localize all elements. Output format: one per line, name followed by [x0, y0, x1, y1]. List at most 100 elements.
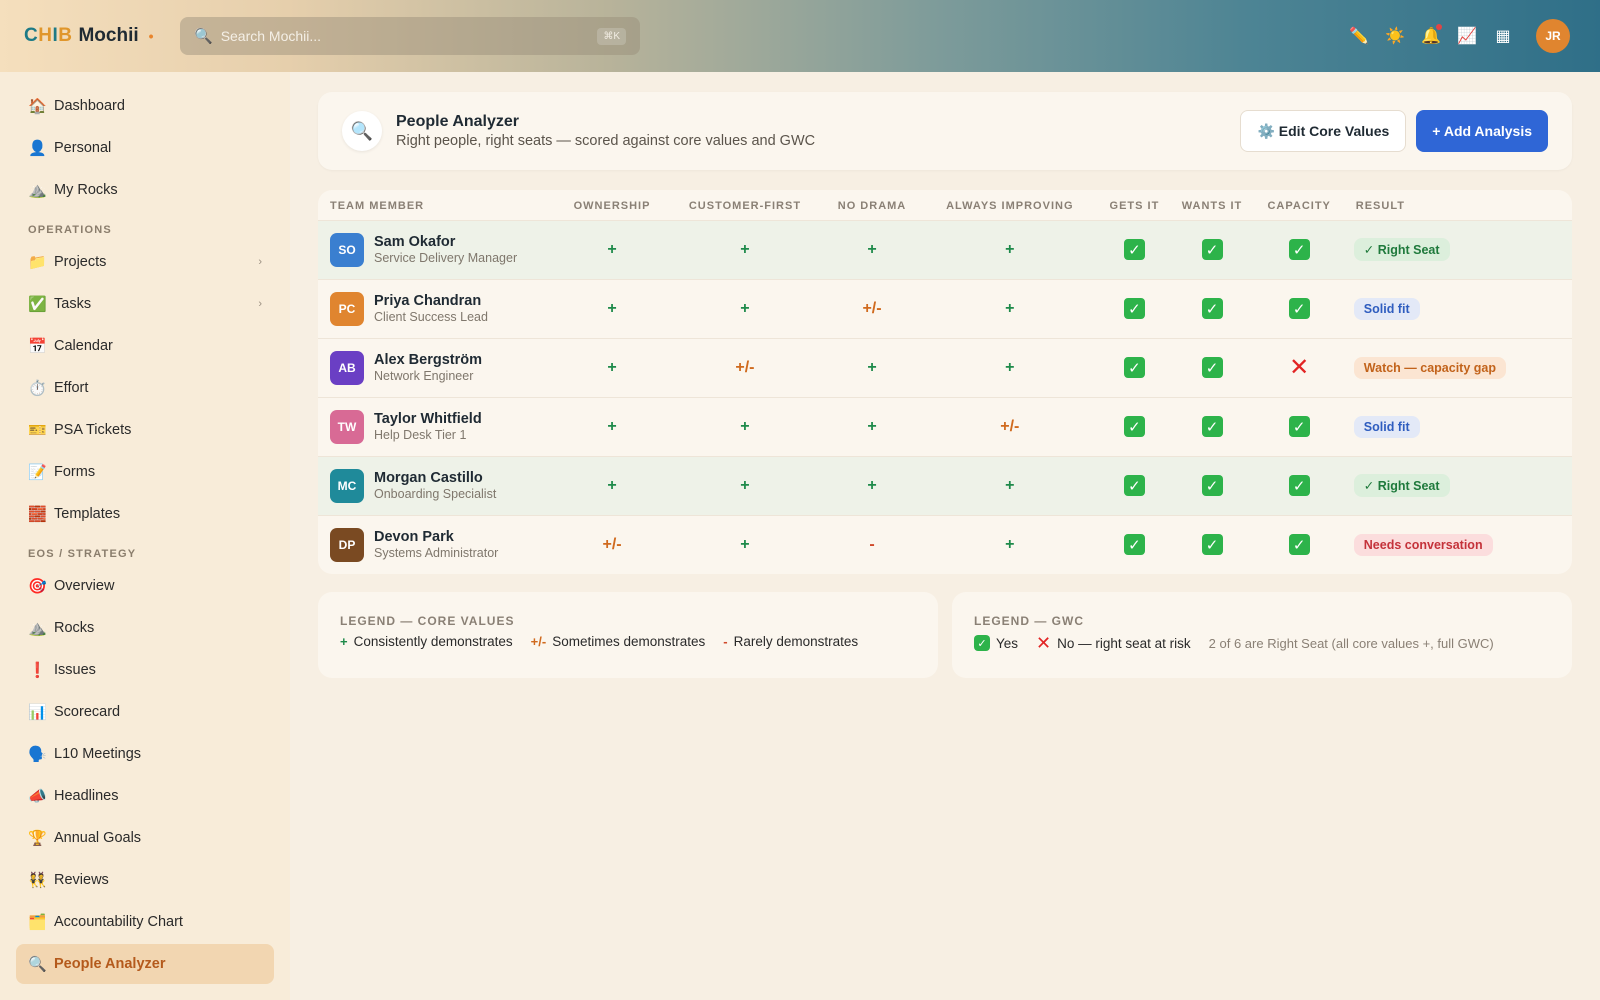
- sidebar-item-my-rocks[interactable]: ⛰️ My Rocks: [16, 170, 274, 210]
- check-icon: ✓: [1288, 416, 1310, 437]
- core-value-rating: +: [1005, 240, 1015, 258]
- sidebar-item-calendar[interactable]: 📅 Calendar: [16, 326, 274, 366]
- avatar[interactable]: JR: [1536, 19, 1570, 53]
- sidebar-item-psa-tickets[interactable]: 🎫 PSA Tickets: [16, 410, 274, 450]
- grid-icon[interactable]: ▦: [1492, 25, 1514, 47]
- sidebar-item-scorecard[interactable]: 📊 Scorecard: [16, 692, 274, 732]
- search-icon: 🔍: [342, 111, 382, 151]
- sidebar-item-issues[interactable]: ❗ Issues: [16, 650, 274, 690]
- core-value-cell: +: [558, 278, 667, 338]
- sidebar-item-projects[interactable]: 📁 Projects ›: [16, 242, 274, 282]
- legend-no: ✕ No — right seat at risk: [1036, 634, 1191, 652]
- sidebar-item-rocks[interactable]: ⛰️ Rocks: [16, 608, 274, 648]
- column-header-always-improving: ALWAYS IMPROVING: [946, 199, 1074, 212]
- edit-core-values-button[interactable]: ⚙️ Edit Core Values: [1240, 110, 1407, 152]
- brand-dot: •: [148, 28, 154, 44]
- core-value-rating: +: [1005, 476, 1015, 494]
- core-value-rating: +: [740, 299, 750, 317]
- add-analysis-button[interactable]: + Add Analysis: [1416, 110, 1548, 152]
- table-row[interactable]: MC Morgan Castillo Onboarding Specialist + +…: [318, 455, 1572, 515]
- table-row[interactable]: AB Alex Bergström Network Engineer + +/- + + ✓ ✓…: [318, 337, 1572, 397]
- core-value-rating: +: [607, 240, 617, 258]
- bell-icon[interactable]: 🔔: [1420, 24, 1442, 47]
- brand-name: Mochii: [78, 25, 139, 46]
- legend-item: +/- Sometimes demonstrates: [531, 634, 706, 649]
- legend-label: Sometimes demonstrates: [552, 634, 706, 649]
- member-name: Taylor Whitfield: [374, 411, 482, 427]
- check-icon: ✓: [1201, 416, 1223, 437]
- page-title: People Analyzer: [396, 113, 520, 130]
- column-header-customer-first: CUSTOMER-FIRST: [688, 199, 802, 212]
- check-icon: ✓: [1123, 239, 1145, 260]
- sidebar-item-annual-goals[interactable]: 🏆 Annual Goals: [16, 818, 274, 858]
- column-header-gets-it: GETS IT: [1109, 199, 1160, 212]
- search-input[interactable]: 🔍 Search Mochii... ⌘K: [180, 17, 640, 55]
- gwc-cell: ✓: [1099, 278, 1170, 338]
- table-row[interactable]: DP Devon Park Systems Administrator +/- + - + ✓…: [318, 514, 1572, 574]
- personal-icon: 👤: [28, 140, 47, 157]
- gwc-cell: ✕: [1254, 337, 1344, 397]
- brand-logo[interactable]: C H I B Mochii •: [24, 22, 154, 50]
- status-badge: Needs conversation: [1353, 533, 1493, 556]
- x-icon: ✕: [1036, 633, 1052, 653]
- table-row[interactable]: TW Taylor Whitfield Help Desk Tier 1 + + + +/-…: [318, 396, 1572, 456]
- member-name: Devon Park: [374, 529, 454, 546]
- avatar: TW: [330, 409, 364, 444]
- team-member-cell: TW Taylor Whitfield Help Desk Tier 1: [318, 396, 558, 456]
- check-icon: ✓: [1288, 475, 1310, 496]
- reviews-icon: 👯: [28, 872, 47, 889]
- overview-icon: 🎯: [28, 578, 47, 595]
- sidebar-item-label: Rocks: [54, 620, 95, 636]
- x-icon: ✕: [1289, 353, 1310, 381]
- core-value-rating: +: [867, 476, 877, 494]
- sidebar-item-effort[interactable]: ⏱️ Effort: [16, 368, 274, 408]
- gwc-cell: ✓: [1254, 219, 1344, 279]
- gwc-cell: ✓: [1254, 514, 1344, 574]
- sidebar-item-headlines[interactable]: 📣 Headlines: [16, 776, 274, 816]
- check-icon: ✓: [974, 635, 990, 651]
- member-name: Alex Bergström: [374, 352, 482, 368]
- core-value-rating: +: [607, 299, 617, 317]
- my-rocks-icon: ⛰️: [28, 182, 47, 199]
- legend-symbol: +: [340, 634, 348, 649]
- team-member-cell: SO Sam Okafor Service Delivery Manager: [318, 219, 558, 279]
- sidebar-item-label: Dashboard: [54, 98, 125, 114]
- core-value-rating: +: [740, 417, 750, 435]
- page-subtitle: Right people, right seats — scored again…: [396, 133, 816, 149]
- templates-icon: 🧱: [28, 506, 47, 523]
- sidebar-item-templates[interactable]: 🧱 Templates: [16, 494, 274, 534]
- sidebar-item-accountability-chart[interactable]: 🗂️ Accountability Chart: [16, 902, 274, 942]
- core-value-cell: +: [666, 396, 824, 456]
- page-header: 🔍 People Analyzer Right people, right se…: [318, 92, 1572, 170]
- gwc-cell: ✓: [1169, 278, 1255, 338]
- sidebar-item-dashboard[interactable]: 🏠 Dashboard: [16, 86, 274, 126]
- status-badge: ✓ Right Seat: [1353, 474, 1450, 497]
- brand-mark: C H I B: [24, 25, 72, 47]
- column-header-team-member: TEAM MEMBER: [330, 199, 425, 212]
- sidebar-item-label: PSA Tickets: [54, 422, 132, 438]
- annual-goals-icon: 🏆: [28, 830, 47, 847]
- sidebar-item-label: Projects: [54, 254, 107, 270]
- sun-icon[interactable]: ☀️: [1384, 25, 1406, 47]
- column-header-wants-it: WANTS IT: [1181, 199, 1243, 212]
- chart-icon[interactable]: 📈: [1456, 25, 1478, 47]
- core-value-cell: +: [666, 455, 824, 515]
- core-value-rating: +: [607, 476, 617, 494]
- sidebar-item-people-analyzer[interactable]: 🔍 People Analyzer: [16, 944, 274, 984]
- pencil-icon[interactable]: ✏️: [1348, 25, 1370, 47]
- brand-mark-letter: C: [24, 25, 39, 46]
- sidebar-item-personal[interactable]: 👤 Personal: [16, 128, 274, 168]
- core-value-cell: +: [558, 337, 667, 397]
- avatar: AB: [330, 350, 364, 385]
- sidebar-item-reviews[interactable]: 👯 Reviews: [16, 860, 274, 900]
- sidebar-item-forms[interactable]: 📝 Forms: [16, 452, 274, 492]
- table-row[interactable]: SO Sam Okafor Service Delivery Manager + + + +…: [318, 219, 1572, 279]
- legend-symbol: -: [723, 634, 728, 649]
- table-row[interactable]: PC Priya Chandran Client Success Lead + + +/-…: [318, 278, 1572, 338]
- sidebar-item-tasks[interactable]: ✅ Tasks ›: [16, 284, 274, 324]
- sidebar-item-overview[interactable]: 🎯 Overview: [16, 566, 274, 606]
- sidebar-item-l10-meetings[interactable]: 🗣️ L10 Meetings: [16, 734, 274, 774]
- l10-meetings-icon: 🗣️: [28, 746, 47, 763]
- core-value-rating: +: [740, 535, 750, 553]
- member-role: Network Engineer: [374, 369, 474, 383]
